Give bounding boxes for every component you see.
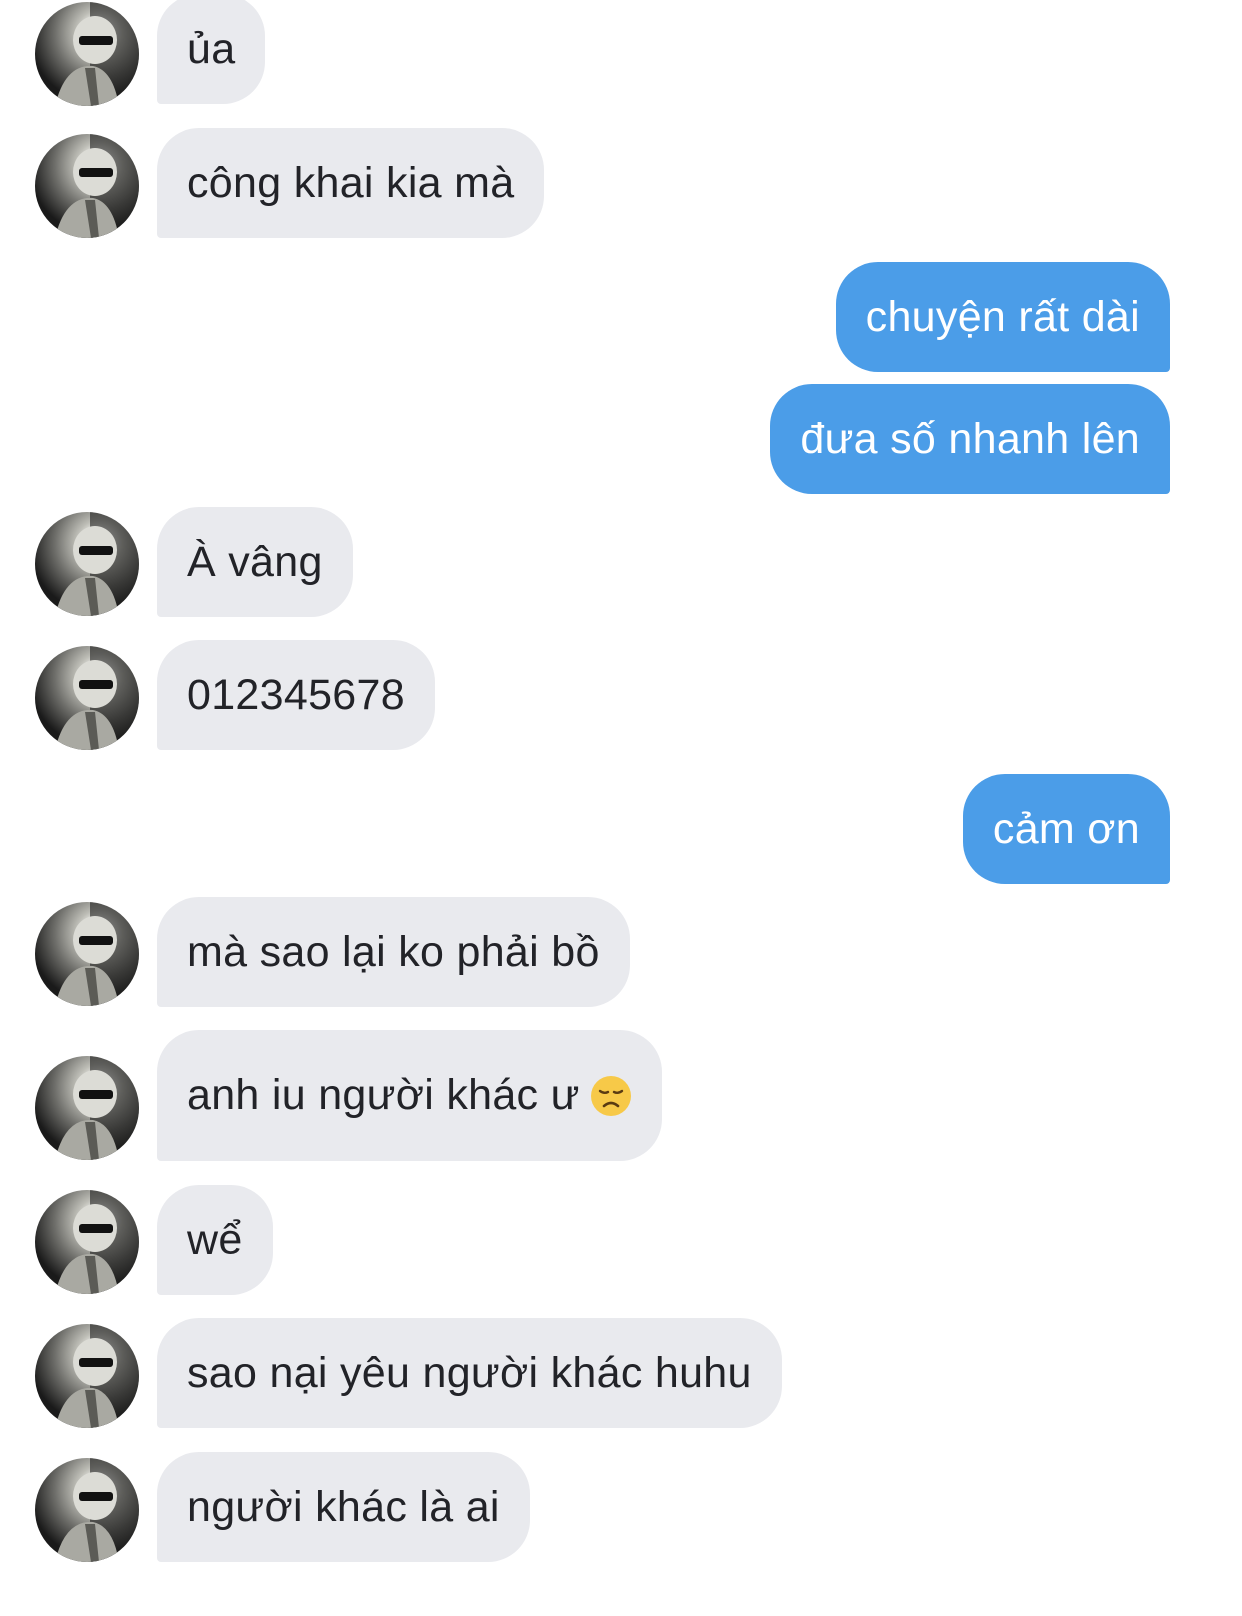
message-text: mà sao lại ko phải bồ [187, 927, 600, 976]
message-bubble-incoming[interactable]: ủa [157, 0, 266, 104]
message-text: sao nại yêu người khác huhu [187, 1348, 752, 1397]
contact-avatar[interactable] [35, 2, 139, 106]
contact-avatar[interactable] [35, 512, 139, 616]
message-text: cảm ơn [992, 804, 1140, 853]
contact-avatar[interactable] [35, 1190, 139, 1294]
contact-avatar[interactable] [35, 1324, 139, 1428]
contact-avatar[interactable] [35, 646, 139, 750]
message-bubble-incoming[interactable]: anh iu người khác ư [157, 1030, 662, 1161]
message-text: 012345678 [187, 670, 405, 719]
message-bubble-incoming[interactable]: À vâng [157, 507, 353, 617]
message-bubble-outgoing[interactable]: cảm ơn [962, 774, 1170, 884]
contact-avatar[interactable] [35, 1056, 139, 1160]
message-bubble-incoming[interactable]: wể [157, 1185, 273, 1295]
message-bubble-outgoing[interactable]: chuyện rất dài [835, 262, 1170, 372]
contact-avatar[interactable] [35, 134, 139, 238]
message-text: chuyện rất dài [865, 292, 1140, 341]
message-text: À vâng [187, 537, 323, 586]
message-text: công khai kia mà [187, 158, 515, 207]
message-bubble-outgoing[interactable]: đưa số nhanh lên [770, 384, 1170, 494]
conversation-thread: ủa công khai kia mà chuyện rất dài đưa s… [0, 0, 1242, 1616]
message-text: wể [187, 1215, 243, 1264]
contact-avatar[interactable] [35, 902, 139, 1006]
message-text: ủa [187, 24, 236, 73]
message-text: anh iu người khác ư [187, 1071, 580, 1119]
message-bubble-incoming[interactable]: mà sao lại ko phải bồ [157, 897, 630, 1007]
message-bubble-incoming[interactable]: công khai kia mà [157, 128, 545, 238]
message-text: người khác là ai [187, 1482, 500, 1531]
message-bubble-incoming[interactable]: người khác là ai [157, 1452, 530, 1562]
disappointed-face-emoji [590, 1075, 631, 1116]
message-text: đưa số nhanh lên [800, 414, 1140, 463]
message-bubble-incoming[interactable]: sao nại yêu người khác huhu [157, 1318, 782, 1428]
message-bubble-incoming[interactable]: 012345678 [157, 640, 435, 750]
contact-avatar[interactable] [35, 1458, 139, 1562]
